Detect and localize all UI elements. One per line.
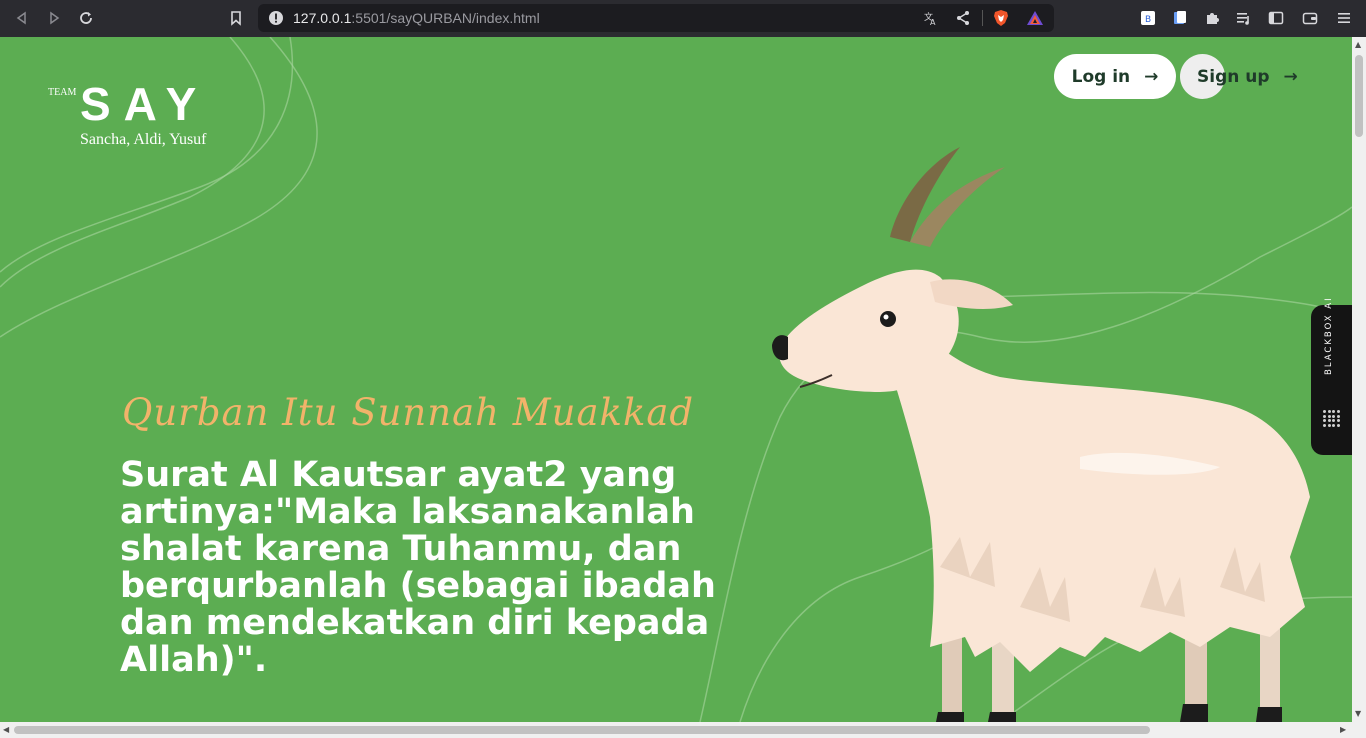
page: TEAM SAY Sancha, Aldi, Yusuf Log in → Si… xyxy=(0,37,1352,722)
extension-b-icon[interactable]: B xyxy=(1138,8,1158,28)
blackbox-ai-tab[interactable]: BLACKBOX AI xyxy=(1311,296,1352,455)
scroll-right-icon[interactable]: ▶ xyxy=(1340,725,1346,734)
site-info-icon[interactable] xyxy=(266,8,286,28)
logo-members: Sancha, Aldi, Yusuf xyxy=(80,131,207,148)
login-button-label: Log in xyxy=(1071,66,1131,87)
hero-headline: Surat Al Kautsar ayat2 yang artinya:"Mak… xyxy=(120,455,716,680)
sidebar-icon[interactable] xyxy=(1266,8,1286,28)
signup-button-label: Sign up xyxy=(1197,66,1270,87)
vertical-scrollbar[interactable]: ▲ ▼ xyxy=(1352,37,1366,722)
arrow-right-icon: → xyxy=(1144,66,1159,87)
scroll-down-icon[interactable]: ▼ xyxy=(1355,709,1361,718)
share-icon[interactable] xyxy=(953,8,973,28)
arrow-right-icon: → xyxy=(1283,66,1298,87)
signup-button[interactable]: Sign up → xyxy=(1197,54,1298,99)
back-icon[interactable] xyxy=(12,8,32,28)
svg-text:A: A xyxy=(930,18,936,26)
bookmark-icon[interactable] xyxy=(226,8,246,28)
divider xyxy=(982,10,983,26)
goat-illustration xyxy=(772,147,1310,722)
vertical-scroll-thumb[interactable] xyxy=(1355,55,1363,137)
logo-title[interactable]: SAY xyxy=(80,81,209,127)
brave-shields-icon[interactable] xyxy=(991,8,1011,28)
browser-toolbar: 127.0.0.1:5501/sayQURBAN/index.html 文A B xyxy=(0,0,1366,37)
translate-icon[interactable]: 文A xyxy=(921,8,941,28)
playlist-icon[interactable] xyxy=(1234,8,1254,28)
brave-rewards-icon[interactable] xyxy=(1025,8,1045,28)
logo-team-label: TEAM xyxy=(48,87,77,98)
scroll-up-icon[interactable]: ▲ xyxy=(1355,40,1361,49)
forward-icon[interactable] xyxy=(44,8,64,28)
url-host: 127.0.0.1 xyxy=(293,10,352,26)
address-bar[interactable]: 127.0.0.1:5501/sayQURBAN/index.html 文A xyxy=(258,4,1054,32)
extensions-puzzle-icon[interactable] xyxy=(1202,8,1222,28)
menu-icon[interactable] xyxy=(1334,8,1354,28)
url-text: 127.0.0.1:5501/sayQURBAN/index.html xyxy=(293,10,540,26)
hero-subtitle: Qurban Itu Sunnah Muakkad xyxy=(122,391,695,434)
blackbox-logo-icon xyxy=(1323,410,1340,427)
horizontal-scrollbar[interactable]: ◀ ▶ xyxy=(0,722,1366,738)
svg-text:B: B xyxy=(1145,15,1151,25)
wallet-icon[interactable] xyxy=(1300,8,1320,28)
reload-icon[interactable] xyxy=(76,8,96,28)
horizontal-scroll-thumb[interactable] xyxy=(14,726,1150,734)
url-path: :5501/sayQURBAN/index.html xyxy=(351,10,540,26)
scroll-left-icon[interactable]: ◀ xyxy=(3,725,9,734)
login-button[interactable]: Log in → xyxy=(1054,54,1176,99)
extension-docs-icon[interactable] xyxy=(1170,8,1190,28)
blackbox-ai-label: BLACKBOX AI xyxy=(1324,296,1334,375)
